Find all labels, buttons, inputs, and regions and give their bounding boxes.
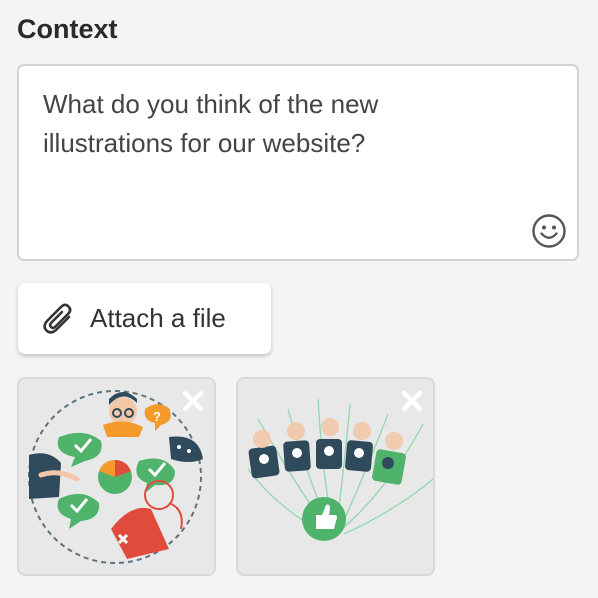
attachment-thumbnail[interactable]: ? (17, 377, 216, 576)
context-textarea-text[interactable]: What do you think of the new illustratio… (43, 85, 457, 163)
context-title: Context (17, 14, 118, 44)
smiley-icon[interactable] (531, 213, 567, 249)
attachment-thumbnail[interactable] (236, 377, 435, 576)
close-icon[interactable] (180, 388, 206, 414)
paperclip-icon (43, 303, 72, 334)
close-icon[interactable] (399, 388, 425, 414)
attach-file-button[interactable]: Attach a file (18, 283, 271, 354)
context-textarea[interactable]: What do you think of the new illustratio… (17, 64, 579, 261)
svg-text:?: ? (153, 409, 161, 424)
attach-file-label: Attach a file (90, 303, 226, 333)
